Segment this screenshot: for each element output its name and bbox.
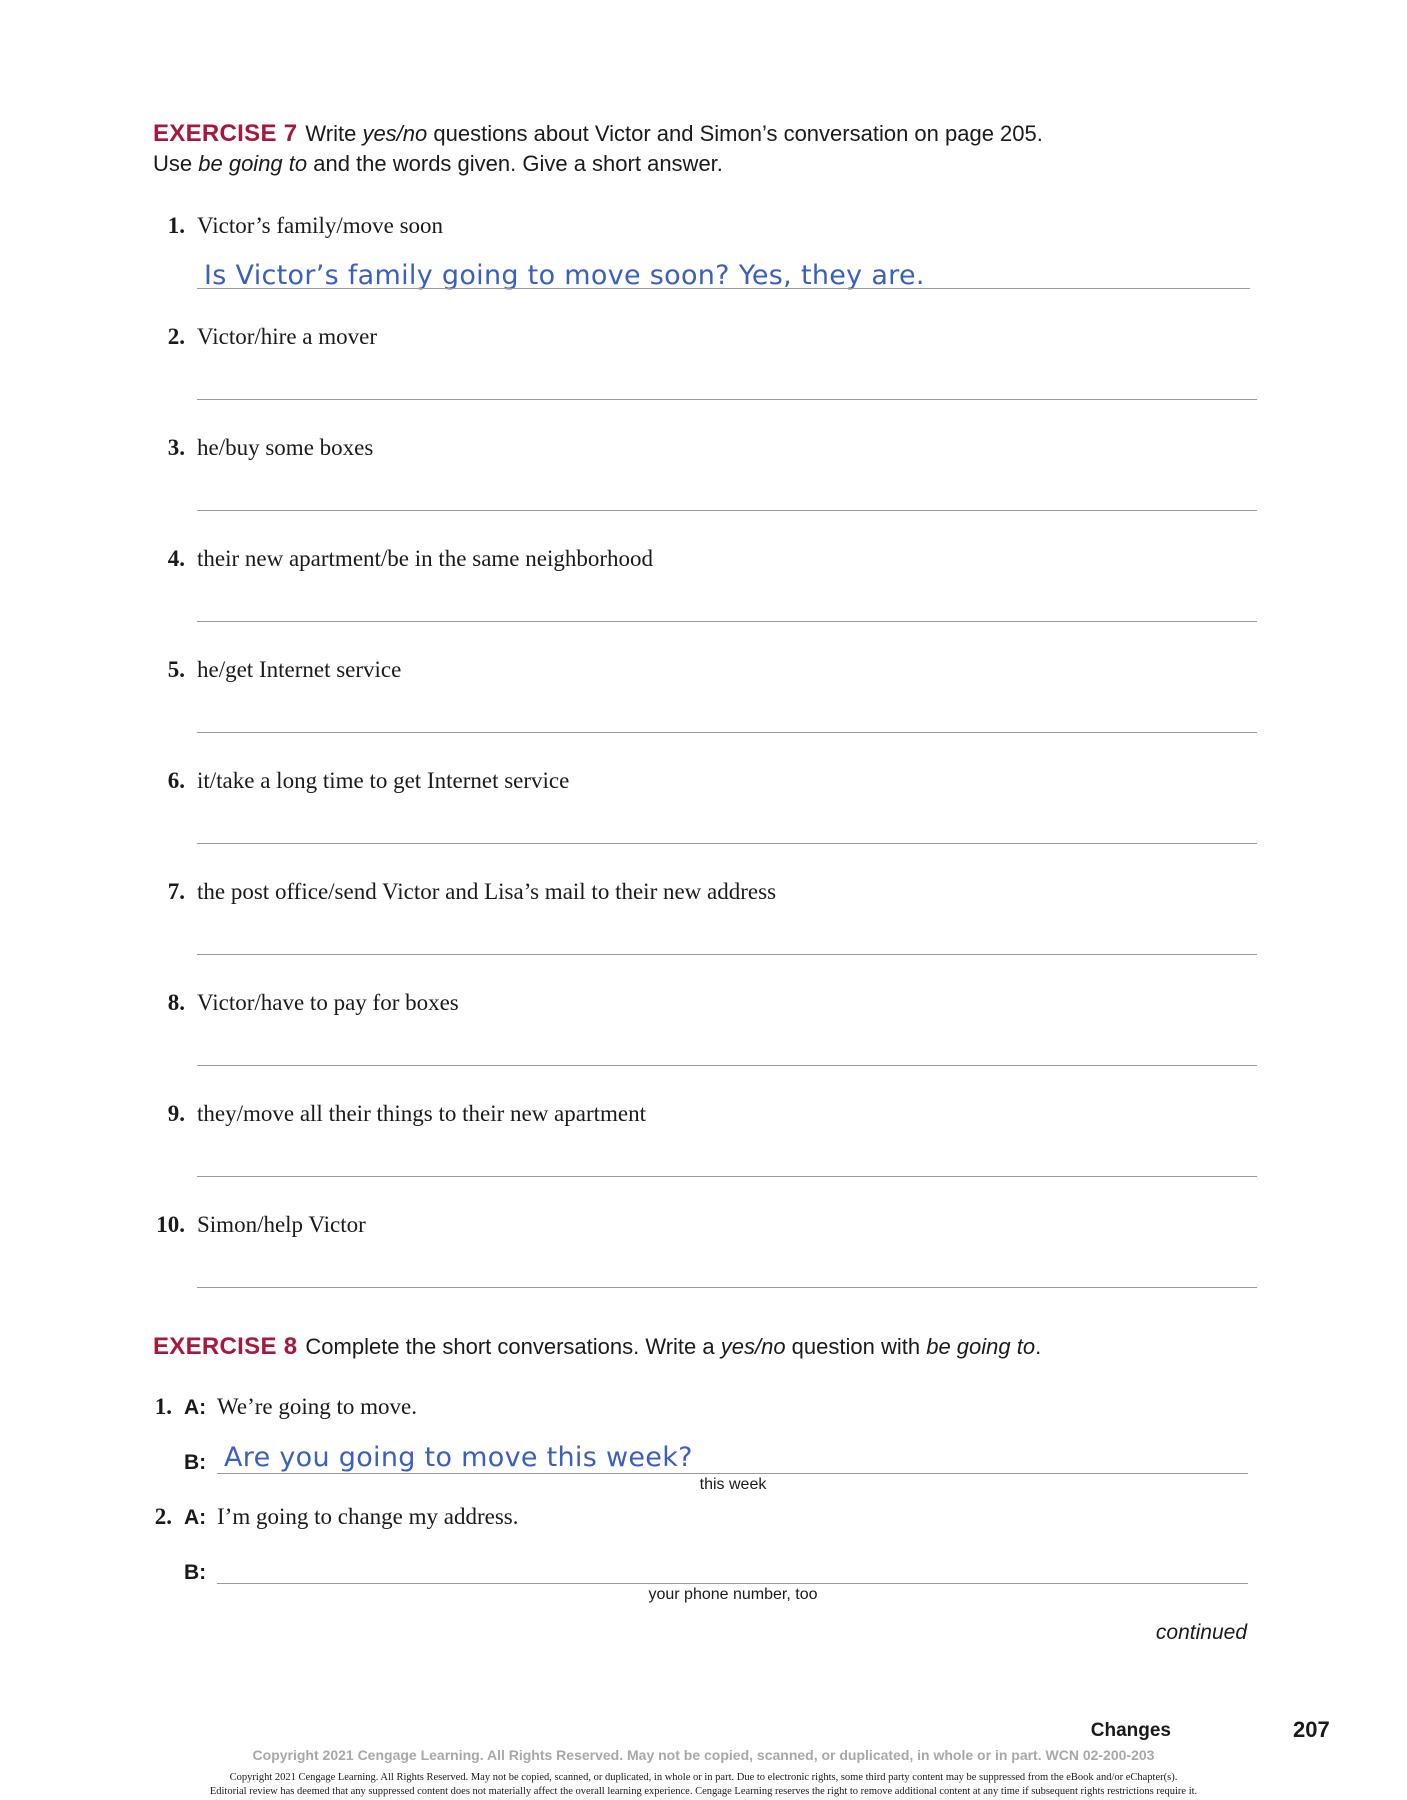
continued-note: continued [1155, 1621, 1247, 1644]
answer-line[interactable] [197, 510, 1257, 511]
speaker-a-text: I’m going to change my address. [217, 1504, 519, 1529]
chapter-title: Changes [1090, 1720, 1171, 1741]
page-number: 207 [1293, 1717, 1330, 1742]
answer-cue: this week [699, 1476, 767, 1493]
conversation-number: 1. [154, 1394, 172, 1419]
speaker-a-text: We’re going to move. [217, 1394, 417, 1419]
exercise-8-instructions: EXERCISE 8 Complete the short conversatio… [153, 1333, 1042, 1360]
exercise-8-label: EXERCISE 8 [153, 1333, 298, 1360]
exercise-7-label: EXERCISE 7 [153, 120, 298, 147]
answer-line[interactable] [197, 732, 1257, 733]
copyright-watermark: Copyright 2021 Cengage Learning. All Rig… [252, 1747, 1155, 1763]
answer-line[interactable] [197, 399, 1257, 400]
exercise-7-instructions: EXERCISE 7 Write yes/no questions about V… [153, 120, 1043, 176]
conversation-number: 2. [154, 1504, 172, 1529]
speaker-a-label: A: [184, 1506, 207, 1529]
copyright-notice-line-1: Copyright 2021 Cengage Learning. All Rig… [229, 1772, 1178, 1783]
answer-cue: your phone number, too [648, 1586, 818, 1603]
answer-line[interactable] [197, 954, 1257, 955]
speaker-a-label: A: [184, 1396, 207, 1419]
answer-line[interactable] [197, 621, 1257, 622]
speaker-b-label: B: [184, 1451, 207, 1474]
workbook-page: EXERCISE 7 Write yes/no questions about V… [0, 0, 1407, 1800]
speaker-b-label: B: [184, 1561, 207, 1584]
answer-line[interactable] [197, 1176, 1257, 1177]
answer-line[interactable] [197, 288, 1250, 289]
answer-line[interactable] [217, 1473, 1248, 1474]
answer-line[interactable] [217, 1583, 1248, 1584]
answer-line[interactable] [197, 1065, 1257, 1066]
answer-text: Are you going to move this week? [224, 1442, 693, 1473]
answer-line[interactable] [197, 843, 1257, 844]
answer-line[interactable] [197, 1287, 1257, 1288]
copyright-notice-line-2: Editorial review has deemed that any sup… [209, 1786, 1198, 1797]
answer-text: Is Victor’s family going to move soon? Y… [204, 260, 925, 291]
